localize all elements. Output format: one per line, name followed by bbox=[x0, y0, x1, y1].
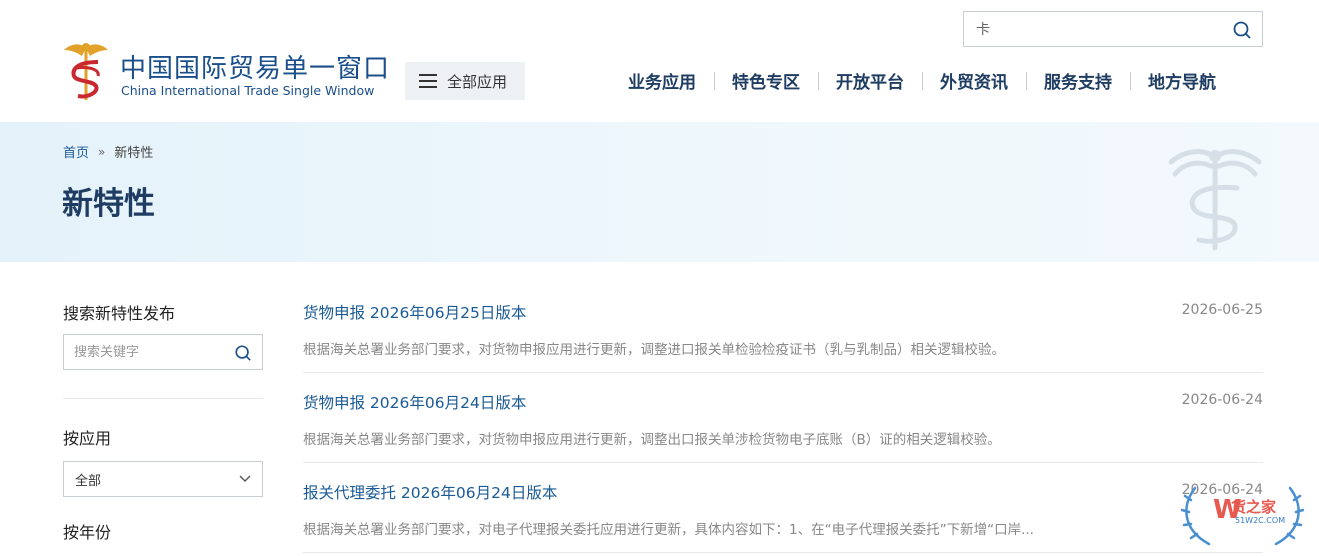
release-title-link[interactable]: 货物申报 2026年06月24日版本 bbox=[303, 391, 526, 413]
search-icon[interactable] bbox=[1232, 20, 1252, 40]
release-date: 2026-06-24 bbox=[1181, 392, 1263, 408]
all-apps-button[interactable]: 全部应用 bbox=[405, 62, 525, 100]
sidebar-divider bbox=[63, 398, 263, 399]
breadcrumb-current: 新特性 bbox=[114, 146, 154, 161]
nav-item-trade-news[interactable]: 外贸资讯 bbox=[922, 68, 1026, 93]
watermark-text-en: 51W2C.COM bbox=[1235, 516, 1286, 525]
all-apps-label: 全部应用 bbox=[447, 72, 508, 91]
chevron-down-icon bbox=[239, 475, 251, 482]
site-logo[interactable]: 中国国际贸易单一窗口 China International Trade Sin… bbox=[62, 40, 389, 106]
keyword-search-input[interactable] bbox=[64, 335, 224, 369]
search-heading: 搜索新特性发布 bbox=[63, 304, 176, 323]
release-list: 货物申报 2026年06月25日版本 2026-06-25 根据海关总署业务部门… bbox=[303, 283, 1263, 553]
caduceus-logo-icon bbox=[64, 43, 108, 100]
watermark-text-cn: 货之家 bbox=[1231, 498, 1277, 516]
header-search-box bbox=[963, 11, 1263, 47]
release-title-link[interactable]: 货物申报 2026年06月25日版本 bbox=[303, 301, 526, 323]
nav-item-local-navigation[interactable]: 地方导航 bbox=[1130, 68, 1234, 93]
breadcrumb-home-link[interactable]: 首页 bbox=[63, 142, 89, 161]
breadcrumb-separator: » bbox=[98, 144, 106, 159]
list-item: 报关代理委托 2026年06月24日版本 2026-06-24 根据海关总署业务… bbox=[303, 463, 1263, 553]
header-search-input[interactable] bbox=[964, 12, 1214, 46]
page-banner: 首页 » 新特性 新特性 bbox=[0, 122, 1319, 262]
nav-item-business-apps[interactable]: 业务应用 bbox=[610, 68, 714, 93]
nav-item-open-platform[interactable]: 开放平台 bbox=[818, 68, 922, 93]
brand-name-cn: 中国国际贸易单一窗口 bbox=[120, 54, 391, 84]
release-summary: 根据海关总署业务部门要求，对货物申报应用进行更新，调整出口报关单涉检货物电子底账… bbox=[303, 432, 1001, 448]
release-date: 2026-06-25 bbox=[1181, 302, 1263, 318]
sidebar-search-box bbox=[63, 334, 263, 370]
page-title: 新特性 bbox=[62, 186, 155, 222]
release-summary: 根据海关总署业务部门要求，对货物申报应用进行更新，调整进口报关单检验检疫证书（乳… bbox=[303, 342, 1005, 358]
release-title-link[interactable]: 报关代理委托 2026年06月24日版本 bbox=[303, 481, 557, 503]
main-nav: 业务应用 特色专区 开放平台 外贸资讯 服务支持 地方导航 bbox=[610, 66, 1234, 94]
list-item: 货物申报 2026年06月25日版本 2026-06-25 根据海关总署业务部门… bbox=[303, 283, 1263, 373]
brand-name-en: China International Trade Single Window bbox=[121, 83, 375, 98]
breadcrumb: 首页 » 新特性 bbox=[63, 142, 154, 162]
app-filter-heading: 按应用 bbox=[63, 429, 112, 448]
site-header: 中国国际贸易单一窗口 China International Trade Sin… bbox=[0, 0, 1319, 122]
caduceus-watermark-icon bbox=[1168, 149, 1262, 251]
release-summary: 根据海关总署业务部门要求，对电子代理报关委托应用进行更新，具体内容如下：1、在“… bbox=[303, 522, 1034, 538]
site-watermark: W 货之家 51W2C.COM bbox=[1175, 482, 1310, 552]
search-icon[interactable] bbox=[234, 344, 252, 362]
nav-item-service-support[interactable]: 服务支持 bbox=[1026, 68, 1130, 93]
list-item: 货物申报 2026年06月24日版本 2026-06-24 根据海关总署业务部门… bbox=[303, 373, 1263, 463]
menu-icon bbox=[419, 74, 437, 88]
nav-item-featured-zones[interactable]: 特色专区 bbox=[714, 68, 818, 93]
app-filter-value: 全部 bbox=[75, 473, 102, 489]
app-filter-select[interactable]: 全部 bbox=[63, 461, 263, 497]
year-filter-heading: 按年份 bbox=[63, 523, 112, 542]
